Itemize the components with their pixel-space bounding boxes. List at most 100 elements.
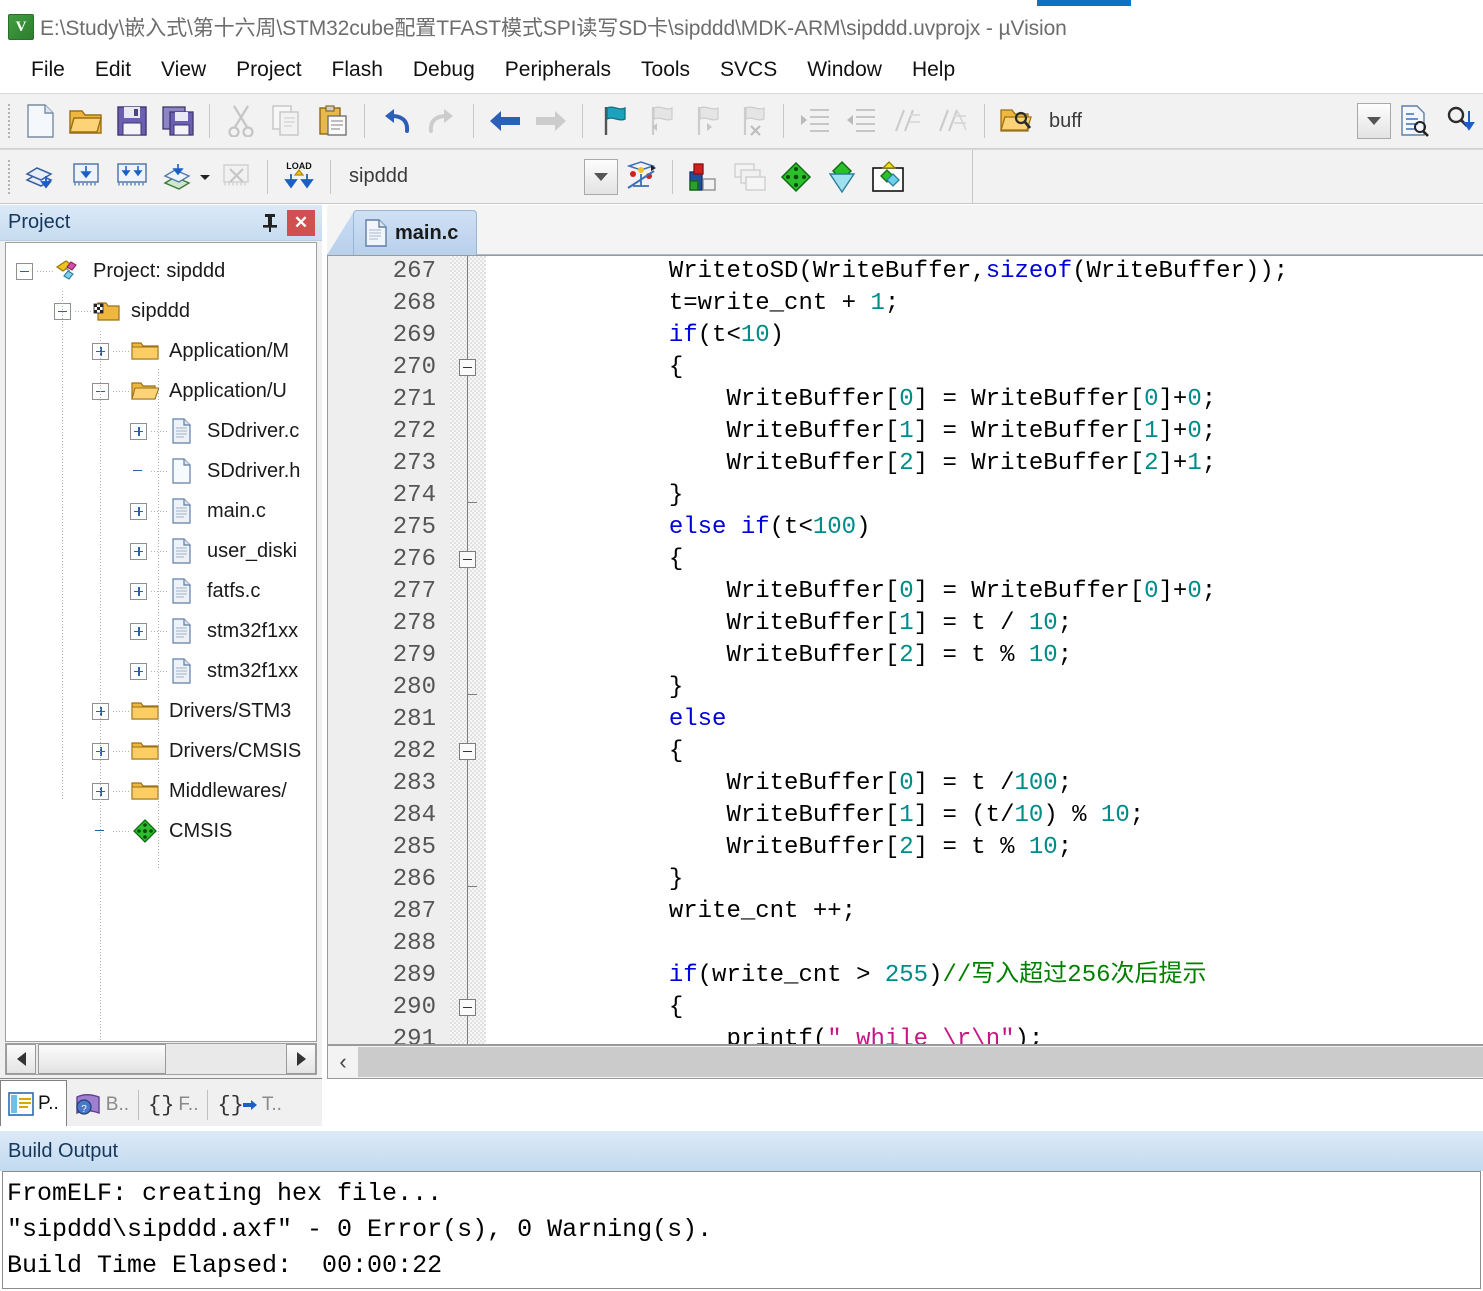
open-file-icon[interactable]	[65, 100, 107, 142]
editor-scroll-thumb[interactable]	[358, 1047, 1483, 1077]
find-in-files-icon[interactable]	[995, 100, 1037, 142]
editor-area: main.c 267 WritetoSD(WriteBuffer,sizeof(…	[327, 205, 1483, 1080]
tree-item[interactable]: main.c	[6, 491, 316, 531]
incremental-find-icon[interactable]	[1439, 100, 1481, 142]
code-line: 276 {	[328, 544, 1483, 576]
scroll-left-arrow-icon[interactable]	[6, 1044, 36, 1074]
translate-icon[interactable]	[19, 156, 61, 198]
menu-window[interactable]: Window	[792, 55, 897, 85]
target-options-icon[interactable]	[620, 156, 662, 198]
navigate-back-icon[interactable]	[484, 100, 526, 142]
tab-project[interactable]: P..	[0, 1080, 67, 1126]
scroll-right-arrow-icon[interactable]	[286, 1044, 316, 1074]
expand-icon[interactable]	[130, 422, 147, 440]
undo-icon[interactable]	[375, 100, 417, 142]
code-editor[interactable]: 267 WritetoSD(WriteBuffer,sizeof(WriteBu…	[327, 255, 1483, 1045]
bookmark-toggle-icon[interactable]	[593, 100, 635, 142]
select-software-packs-icon[interactable]	[867, 156, 909, 198]
expand-icon[interactable]	[130, 582, 147, 600]
tab-templates[interactable]: {} T..	[210, 1084, 288, 1126]
bookmark-next-icon[interactable]	[685, 100, 727, 142]
select-target-dropdown[interactable]	[584, 158, 618, 195]
menu-edit[interactable]: Edit	[80, 55, 146, 85]
editor-hscrollbar[interactable]: ‹	[327, 1045, 1483, 1079]
tree-item[interactable]: SDdriver.c	[6, 411, 316, 451]
toolbar-grip[interactable]	[5, 104, 14, 138]
menu-project[interactable]: Project	[221, 55, 316, 85]
expand-icon[interactable]	[130, 502, 147, 520]
find-history-dropdown[interactable]	[1357, 103, 1391, 139]
tree-item[interactable]: sipddd	[6, 291, 316, 331]
scroll-track[interactable]	[36, 1044, 286, 1074]
download-icon[interactable]: LOAD	[278, 156, 320, 198]
batch-build-icon[interactable]	[157, 156, 199, 198]
tree-item-icon	[131, 698, 161, 724]
h-file-icon	[172, 458, 191, 484]
menu-debug[interactable]: Debug	[398, 55, 490, 85]
tab-books[interactable]: ? B..	[67, 1084, 136, 1126]
pack-installer-icon[interactable]	[775, 156, 817, 198]
editor-tab-main-c[interactable]: main.c	[353, 210, 478, 255]
tree-item[interactable]: stm32f1xx	[6, 611, 316, 651]
bookmark-prev-icon[interactable]	[639, 100, 681, 142]
tab-functions[interactable]: {} F..	[141, 1084, 205, 1126]
close-icon[interactable]: ✕	[287, 209, 315, 236]
text-search-icon[interactable]	[1393, 100, 1435, 142]
tree-item[interactable]: Drivers/CMSIS	[6, 731, 316, 771]
build-icon[interactable]	[65, 156, 107, 198]
editor-scroll-left-icon[interactable]: ‹	[328, 1046, 358, 1078]
collapse-icon[interactable]	[16, 262, 33, 280]
menu-flash[interactable]: Flash	[317, 55, 398, 85]
menu-peripherals[interactable]: Peripherals	[490, 55, 626, 85]
menu-view[interactable]: View	[146, 55, 221, 85]
expand-icon[interactable]	[130, 542, 147, 560]
tree-item[interactable]: stm32f1xx	[6, 651, 316, 691]
indent-left-icon[interactable]	[840, 100, 882, 142]
manage-run-env-icon[interactable]	[821, 156, 863, 198]
expand-icon[interactable]	[130, 622, 147, 640]
tree-item[interactable]: Project: sipddd	[6, 251, 316, 291]
pin-icon[interactable]	[256, 210, 284, 236]
navigate-forward-icon[interactable]	[530, 100, 572, 142]
tree-item[interactable]: fatfs.c	[6, 571, 316, 611]
tree-item[interactable]: Application/M	[6, 331, 316, 371]
menu-file[interactable]: File	[16, 55, 80, 85]
uncomment-icon[interactable]	[932, 100, 974, 142]
menu-help[interactable]: Help	[897, 55, 970, 85]
toolbar-grip[interactable]	[5, 159, 14, 194]
tree-item[interactable]: user_diski	[6, 531, 316, 571]
tree-item[interactable]: SDdriver.h	[6, 451, 316, 491]
manage-project-items-icon[interactable]	[683, 156, 725, 198]
project-tree-hscrollbar[interactable]	[5, 1043, 317, 1075]
expand-icon[interactable]	[130, 662, 147, 680]
manage-windows-icon[interactable]	[729, 156, 771, 198]
redo-icon[interactable]	[421, 100, 463, 142]
indent-right-icon[interactable]	[794, 100, 836, 142]
code-content[interactable]: 267 WritetoSD(WriteBuffer,sizeof(WriteBu…	[328, 256, 1483, 1044]
tree-item[interactable]: Middlewares/	[6, 771, 316, 811]
rebuild-icon[interactable]	[111, 156, 153, 198]
build-output-text[interactable]: FromELF: creating hex file... "sipddd\sip…	[2, 1171, 1481, 1289]
bookmark-clear-icon[interactable]	[731, 100, 773, 142]
paste-icon[interactable]	[312, 100, 354, 142]
save-icon[interactable]	[111, 100, 153, 142]
scroll-thumb[interactable]	[38, 1044, 166, 1074]
cut-icon[interactable]	[220, 100, 262, 142]
project-tree[interactable]: Project: sipddd sipddd Application/M Applic…	[5, 242, 317, 1042]
menu-tools[interactable]: Tools	[626, 55, 705, 85]
tree-item[interactable]: Drivers/STM3	[6, 691, 316, 731]
comment-icon[interactable]	[886, 100, 928, 142]
find-in-files-input[interactable]: buff	[1039, 103, 1239, 139]
toolbar-panel-edge	[972, 150, 973, 204]
copy-icon[interactable]	[266, 100, 308, 142]
batch-build-dropdown[interactable]	[197, 169, 213, 185]
line-number: 287	[392, 898, 436, 925]
menu-svcs[interactable]: SVCS	[705, 55, 792, 85]
tree-item[interactable]: CMSIS	[6, 811, 316, 851]
new-file-icon[interactable]	[19, 100, 61, 142]
tree-item[interactable]: Application/U	[6, 371, 316, 411]
save-all-icon[interactable]	[157, 100, 199, 142]
stop-build-icon[interactable]	[215, 156, 257, 198]
code-line: 286 }	[328, 864, 1483, 896]
select-target-value[interactable]: sipddd	[339, 159, 584, 195]
